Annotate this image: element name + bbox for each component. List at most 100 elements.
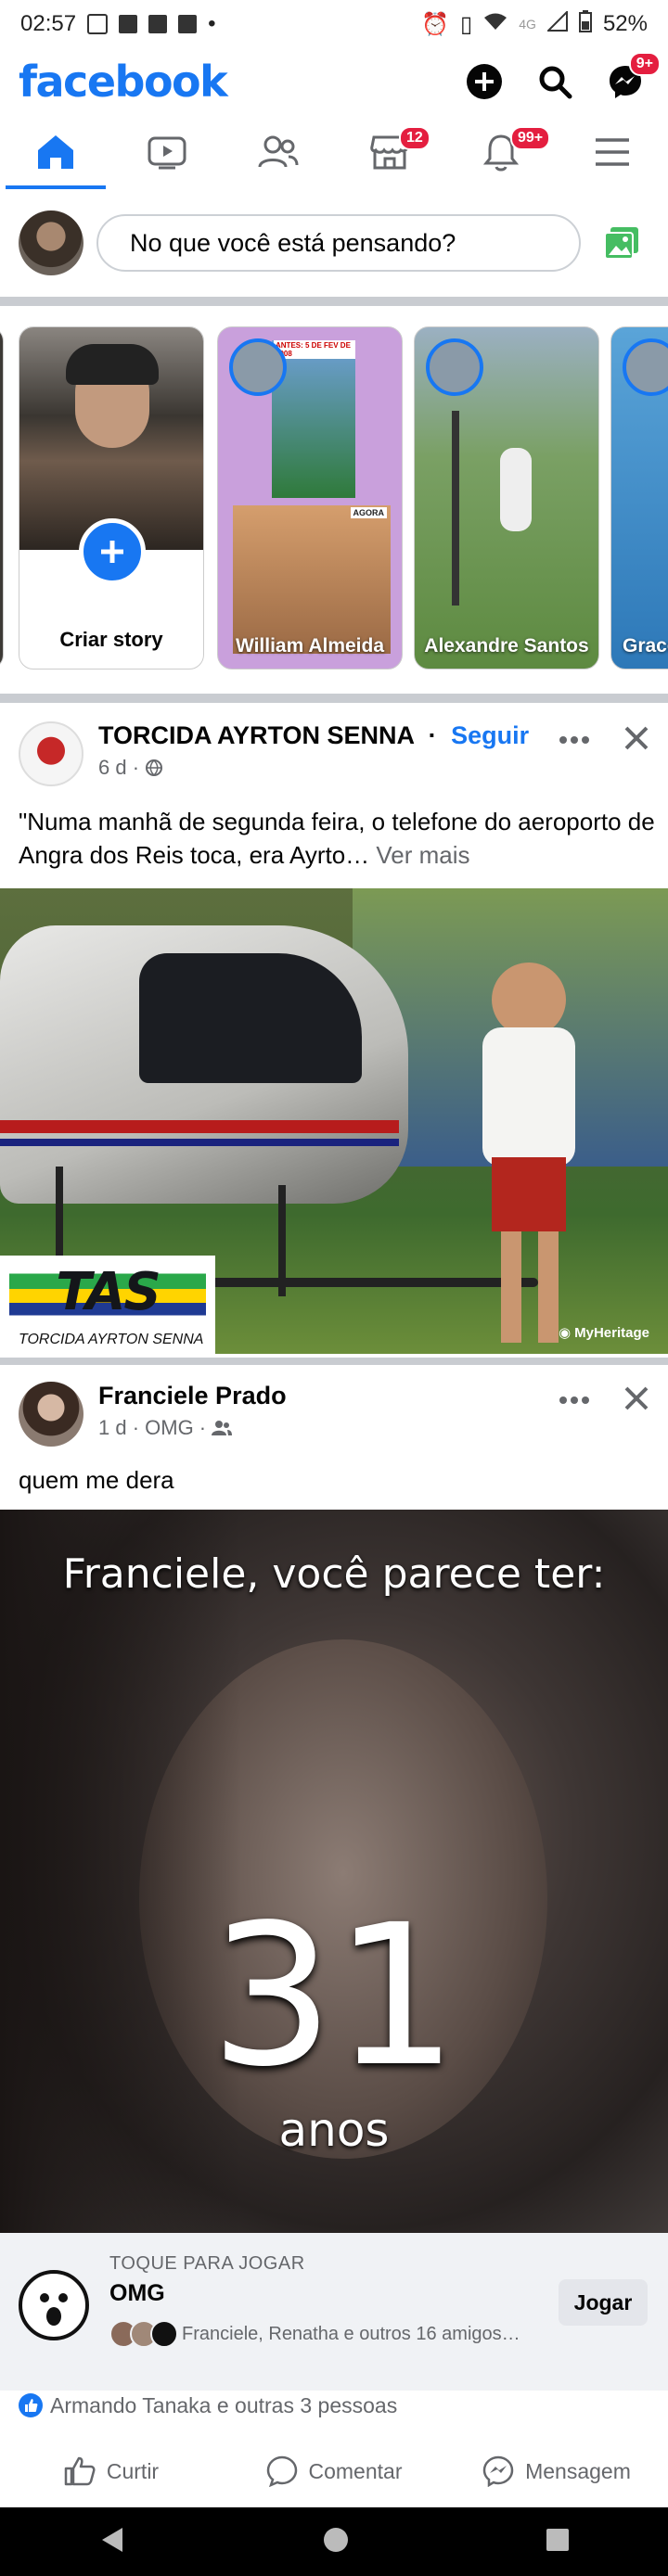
more-options-icon[interactable] [559,733,590,749]
tab-menu[interactable] [557,115,668,189]
reactions-summary[interactable]: Armando Tanaka e outras 3 pessoas [19,2387,397,2424]
search-icon [539,66,572,99]
page-logo-caption: TORCIDA AYRTON SENNA [19,1332,204,1347]
see-more-link[interactable]: Ver mais [376,841,469,869]
friends-played-text: Franciele, Renatha e outros 16 amigos… [182,2323,520,2344]
notification-app-icon [87,14,109,34]
system-nav-bar [0,2507,668,2576]
thumbs-up-icon [64,2456,96,2486]
globe-icon [145,756,163,779]
tab-marketplace[interactable]: 12 [334,115,445,189]
marketplace-badge: 12 [399,126,430,150]
whats-on-your-mind-input[interactable]: No que você está pensando? [96,214,581,272]
like-button[interactable]: Curtir [0,2439,223,2504]
game-icon [19,2270,89,2340]
like-label: Curtir [106,2458,160,2483]
post-header: Franciele Prado 1 d · OMG · [0,1382,668,1447]
story-photo-bottom: AGORA [233,505,391,654]
recents-button[interactable] [546,2528,570,2557]
post-header: TORCIDA AYRTON SENNA · Seguir 6 d · [0,721,668,786]
messenger-button[interactable]: 9+ [601,52,661,106]
wifi-icon [483,11,507,37]
follow-button[interactable]: Seguir [451,721,529,749]
post-text: "Numa manhã de segunda feira, o telefone… [19,808,655,869]
home-icon [38,135,73,169]
friend-avatar [150,2320,178,2348]
facebook-notification-icon [148,15,168,33]
signal-icon [546,9,568,38]
facebook-notification-icon [178,15,198,33]
story-caption: ANTES: 5 DE FEV DE 2008 [274,340,355,359]
story-avatar [623,338,668,396]
story-avatar [426,338,483,396]
game-card[interactable]: TOQUE PARA JOGAR OMG Franciele, Renatha … [0,2233,668,2391]
facebook-logo[interactable]: facebook [19,57,228,107]
post-meta[interactable]: 6 d · [98,756,139,779]
story-author: Grace [623,635,668,657]
story-caption: AGORA [350,507,387,518]
video-icon [148,136,186,170]
recents-square-icon [546,2528,569,2551]
post-author[interactable]: TORCIDA AYRTON SENNA [98,721,414,749]
notifications-badge: 99+ [510,126,551,150]
back-triangle-icon [102,2527,122,2552]
photo-icon [604,227,638,260]
tab-home[interactable] [0,115,111,189]
home-circle-icon [324,2527,348,2552]
vibrate-icon: ▯ [460,11,473,37]
plus-icon [101,541,123,563]
tab-video[interactable] [111,115,223,189]
story-avatar [229,338,287,396]
comment-button[interactable]: Comentar [223,2439,445,2504]
app-header: facebook 9+ [0,48,668,115]
back-button[interactable] [98,2526,126,2558]
create-story-photo [19,327,203,550]
network-type: 4G [519,17,536,32]
post-action-bar: Curtir Comentar Mensagem [0,2439,668,2504]
page-logo-mark: TAS [9,1261,206,1324]
result-unit: anos [278,2103,390,2157]
game-kicker: TOQUE PARA JOGAR [109,2253,305,2274]
post-meta[interactable]: 1 d · OMG · [98,1416,206,1439]
story-card[interactable]: Alexandre Santos [414,326,599,670]
story-card[interactable]: ANTES: 5 DE FEV DE 2008 AGORA William Al… [217,326,403,670]
user-avatar[interactable] [19,210,84,275]
create-story-card[interactable]: Criar story [19,326,204,670]
like-reaction-icon [19,2393,43,2417]
tab-notifications[interactable]: 99+ [445,115,557,189]
page-avatar[interactable] [19,721,84,786]
story-partial-left[interactable] [0,326,4,670]
messenger-badge: 9+ [628,52,661,76]
result-age: 31 [210,1882,458,2110]
main-tabs: 12 99+ [0,115,668,189]
result-heading: Franciele, você parece ter: [62,1550,606,1598]
search-button[interactable] [531,57,579,106]
hamburger-menu-icon [596,138,629,166]
surprised-face-icon [40,2293,68,2326]
add-story-button[interactable] [79,518,146,585]
status-bar: 02:57 • ⏰ ▯ 4G 52% [0,0,668,48]
more-options-icon[interactable] [559,1393,590,1409]
myheritage-logo-icon: ◉ [559,1325,572,1341]
story-author: Alexandre Santos [424,635,589,657]
section-divider [0,694,668,703]
battery-percent: 52% [602,11,648,36]
watermark: ◉ MyHeritage [559,1324,649,1342]
story-author: William Almeida [235,635,385,657]
post-image[interactable]: Franciele, você parece ter: 31 anos [0,1510,668,2233]
reactions-text: Armando Tanaka e outras 3 pessoas [50,2392,398,2417]
author-avatar[interactable] [19,1382,84,1447]
post-author[interactable]: Franciele Prado [98,1382,544,1410]
tab-friends[interactable] [223,115,334,189]
section-divider [0,1358,668,1365]
story-card[interactable]: Grace [610,326,668,670]
play-button[interactable]: Jogar [559,2279,648,2326]
close-icon[interactable] [623,1385,649,1416]
home-button[interactable] [323,2527,349,2557]
photo-button[interactable] [594,215,649,271]
post-image[interactable]: TAS TORCIDA AYRTON SENNA ◉ MyHeritage [0,888,668,1354]
create-button[interactable] [460,57,508,106]
close-icon[interactable] [623,725,649,756]
message-button[interactable]: Mensagem [445,2439,668,2504]
friends-icon [258,135,299,168]
